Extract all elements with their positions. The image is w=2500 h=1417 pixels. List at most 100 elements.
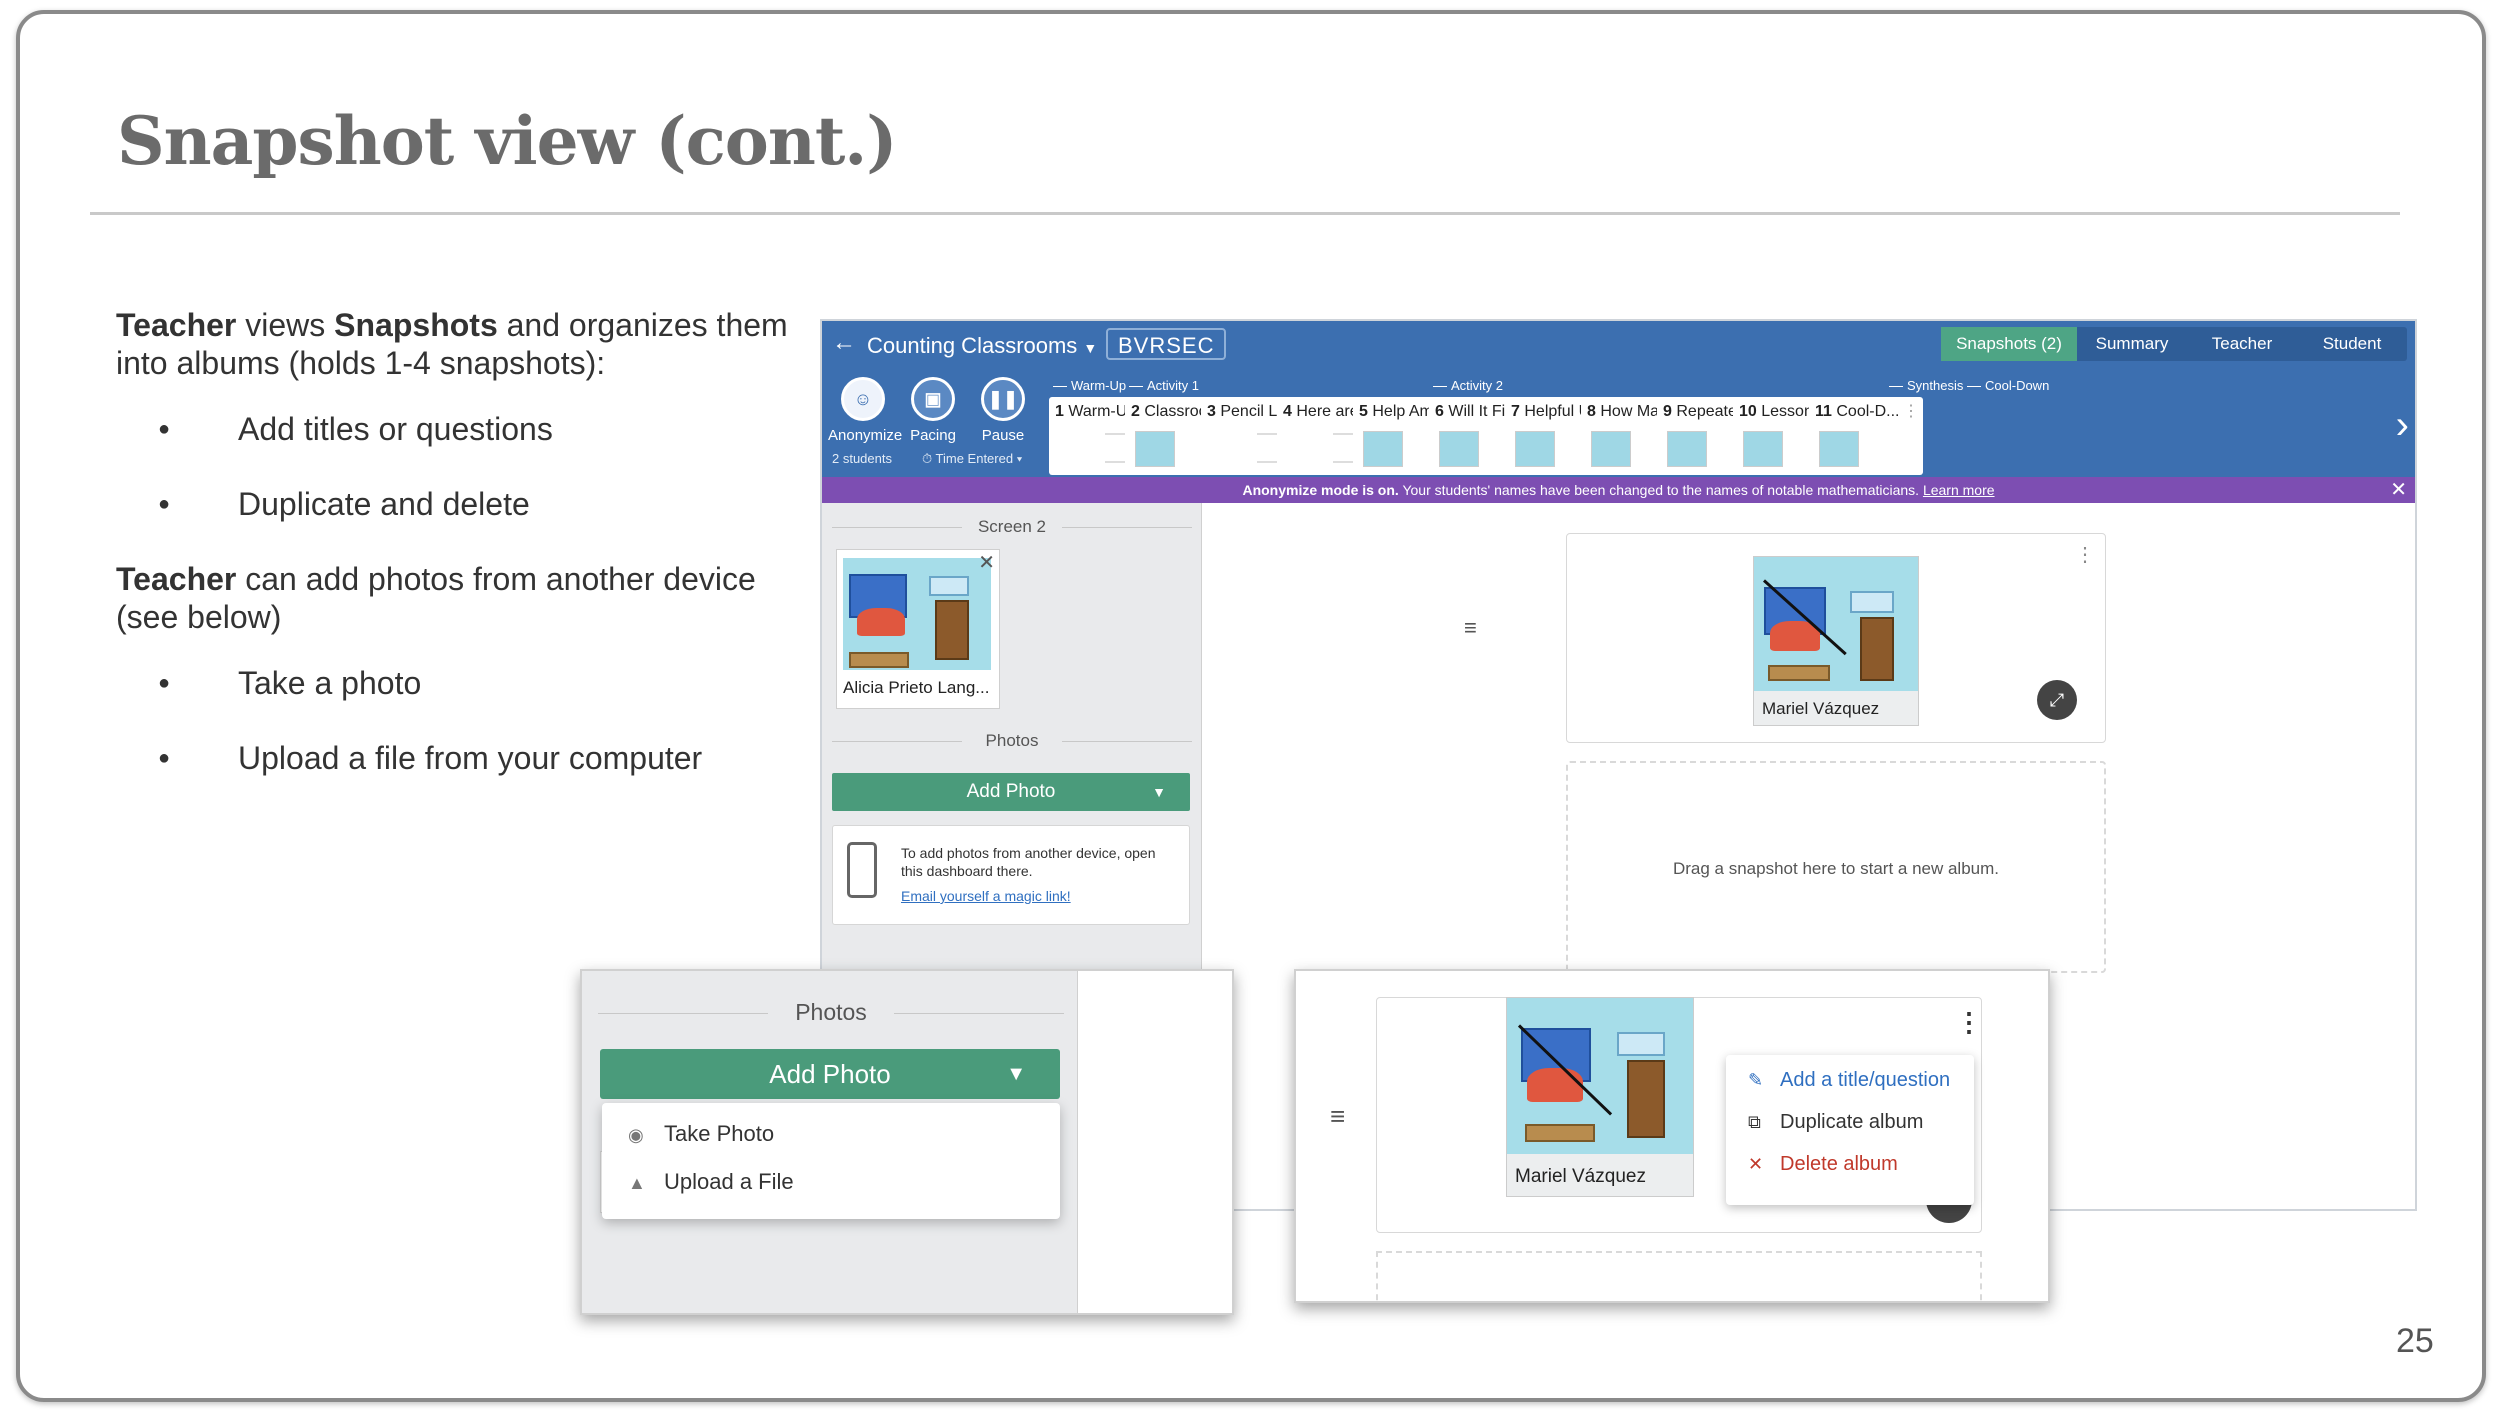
screen-preview [1667, 431, 1707, 467]
screen-title: Cool-D... [1836, 403, 1900, 420]
anonymize-button[interactable]: ☺ Anonymize [828, 377, 902, 444]
students-art [857, 608, 905, 636]
screen-label: 11 Cool-D... [1815, 403, 1911, 421]
class-name-dropdown[interactable]: Counting Classrooms ▼ [867, 333, 1097, 359]
screen-preview [1363, 431, 1403, 467]
anonymize-label: Anonymize [828, 427, 903, 444]
view-tabs: Snapshots (2) Summary Teacher Student [1941, 327, 2407, 361]
screen-strip: Warm-Up Activity 1 Activity 2 Synthesis … [1049, 379, 2371, 475]
chevron-right-icon[interactable]: › [2396, 403, 2409, 448]
tab-student[interactable]: Student [2297, 327, 2407, 361]
close-icon[interactable]: ✕ [2390, 477, 2407, 503]
bullet-item: Duplicate and delete [116, 485, 806, 523]
top-bar: ← Counting Classrooms ▼ BVRSEC Snapshots … [822, 321, 2415, 367]
magic-link[interactable]: Email yourself a magic link! [901, 888, 1071, 904]
add-photo-menu: ◉ Take Photo ▲ Upload a File [602, 1103, 1060, 1219]
screen-number: 4 [1283, 403, 1292, 420]
section-activity-1: Activity 1 [1129, 379, 1199, 393]
slide-title: Snapshot view (cont.) [117, 102, 898, 180]
screen-number: 10 [1739, 403, 1757, 420]
pause-icon: ❚❚ [981, 377, 1025, 421]
delete-album-label: Delete album [1780, 1153, 1898, 1175]
close-icon[interactable]: ✕ [978, 550, 995, 575]
take-photo-option[interactable]: ◉ Take Photo [628, 1121, 774, 1147]
pacing-button[interactable]: ▣ Pacing [898, 377, 968, 444]
upload-file-option[interactable]: ▲ Upload a File [628, 1169, 794, 1195]
tab-snapshots[interactable]: Snapshots (2) [1941, 327, 2077, 361]
album-card[interactable]: Mariel Vázquez ⋮ ⤢ [1566, 533, 2106, 743]
snapshot-card[interactable]: ✕ Alicia Prieto Lang... [836, 549, 1000, 709]
more-icon[interactable]: ⋮ [1956, 1007, 1982, 1038]
album-menu: ✎ Add a title/question ⧉ Duplicate album ✕… [1726, 1055, 1974, 1205]
window-art [1617, 1032, 1665, 1056]
students-art [1527, 1068, 1583, 1102]
tab-summary[interactable]: Summary [2077, 327, 2187, 361]
add-photo-button[interactable]: Add Photo ▼ [832, 773, 1190, 811]
chevron-down-icon: ▼ [1006, 1063, 1026, 1085]
bullet-list-photos: Take a photo Upload a file from your com… [116, 664, 806, 777]
text-snapshots: Snapshots [334, 307, 498, 343]
door-art [935, 600, 969, 660]
screen-preview [1591, 431, 1631, 467]
add-photo-label: Add Photo [966, 781, 1056, 802]
more-icon[interactable]: ⋮ [2075, 542, 2095, 567]
left-text-block: Teacher views Snapshots and organizes th… [116, 306, 806, 814]
section-synthesis: Synthesis [1889, 379, 1963, 393]
album-snapshot: Mariel Vázquez [1506, 997, 1694, 1197]
screen-number: 3 [1207, 403, 1216, 420]
tab-teacher[interactable]: Teacher [2187, 327, 2297, 361]
back-arrow-icon[interactable]: ← [832, 329, 856, 357]
expand-icon[interactable]: ⤢ [2037, 680, 2077, 720]
duplicate-album-option[interactable]: ⧉ Duplicate album [1748, 1111, 1923, 1134]
device-note: To add photos from another device, open … [832, 825, 1190, 925]
screen-preview [1743, 431, 1783, 467]
shelf-art [849, 652, 909, 668]
screen-preview [1439, 431, 1479, 467]
title-divider [90, 212, 2400, 215]
learn-more-link[interactable]: Learn more [1923, 482, 1995, 498]
screen-number: 11 [1815, 403, 1832, 420]
window-art [1850, 591, 1894, 613]
slide: Snapshot view (cont.) Teacher views Snap… [16, 10, 2486, 1402]
upload-file-label: Upload a File [664, 1169, 794, 1194]
sort-label: Time Entered [935, 451, 1014, 466]
delete-album-option[interactable]: ✕ Delete album [1748, 1153, 1898, 1176]
more-icon[interactable]: ⋮ [1903, 401, 1919, 421]
toolbar: ☺ Anonymize ▣ Pacing ❚❚ Pause 2 students… [822, 367, 2415, 477]
add-photo-label: Add Photo [769, 1059, 891, 1089]
add-title-option[interactable]: ✎ Add a title/question [1748, 1069, 1950, 1092]
album-menu-callout: ≡ Mariel Vázquez ⋮ ✎ Add a title/question… [1294, 969, 2050, 1303]
shelf-art [1525, 1124, 1595, 1142]
add-photo-button[interactable]: Add Photo ▼ [600, 1049, 1060, 1099]
banner-text: Your students' names have been changed t… [1398, 482, 1923, 498]
pacing-icon: ▣ [911, 377, 955, 421]
album-drop-zone[interactable] [1376, 1251, 1982, 1301]
drag-handle-icon[interactable]: ≡ [1464, 615, 1477, 641]
text-views: views [236, 307, 335, 343]
door-art [1627, 1060, 1665, 1138]
screen-number: 9 [1663, 403, 1672, 420]
screen-number: 2 [1131, 403, 1140, 420]
drag-handle-icon[interactable]: ≡ [1330, 1101, 1345, 1132]
shelf-art [1768, 665, 1830, 681]
text-teacher: Teacher [116, 307, 237, 343]
phone-icon [847, 842, 877, 898]
album-student-name: Mariel Vázquez [1515, 1166, 1646, 1187]
screen-card[interactable]: 11 Cool-D... ⋮ [1809, 397, 1923, 475]
photos-label: Photos [598, 999, 1064, 1026]
pause-button[interactable]: ❚❚ Pause [968, 377, 1038, 444]
album-drop-zone[interactable]: Drag a snapshot here to start a new albu… [1566, 761, 2106, 973]
screen-preview [1135, 431, 1175, 467]
pencil-icon: ✎ [1748, 1070, 1764, 1090]
banner-bold: Anonymize mode is on. [1242, 482, 1399, 498]
camera-icon: ◉ [628, 1125, 644, 1145]
screen-number: 6 [1435, 403, 1444, 420]
screen-label: Screen 2 [832, 517, 1192, 537]
anonymize-icon: ☺ [841, 377, 885, 421]
snapshot-image [1507, 998, 1693, 1154]
sort-time-entered[interactable]: ⏱ Time Entered ▾ [922, 451, 1022, 467]
section-activity-2: Activity 2 [1433, 379, 1503, 393]
page-number: 25 [2396, 1322, 2434, 1360]
bullet-item: Take a photo [116, 664, 806, 702]
callout-sidebar: Photos Add Photo ▼ ◉ Take Photo ▲ Upload a … [582, 971, 1078, 1313]
